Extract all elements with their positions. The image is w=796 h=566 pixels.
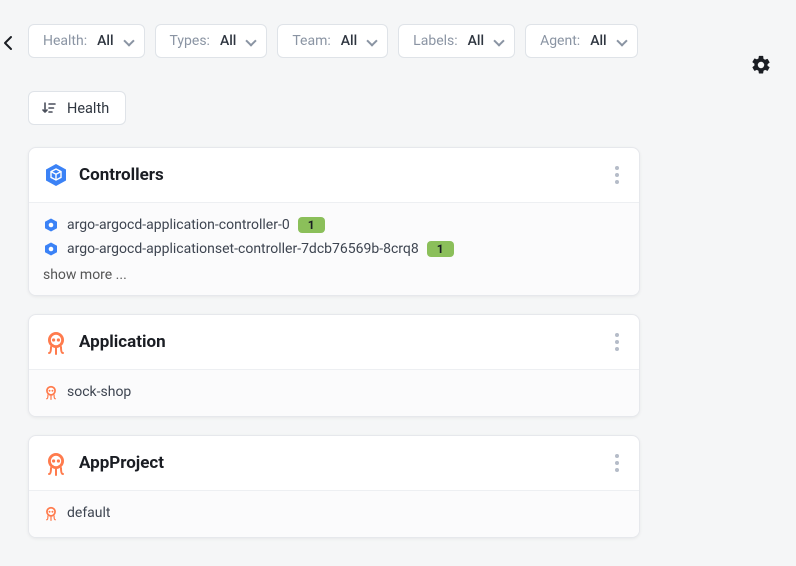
filter-agent[interactable]: Agent: All [525,24,638,58]
card-title: Controllers [79,165,164,185]
card-title: AppProject [79,453,164,473]
card-header: Controllers [29,148,639,202]
filter-value: All [97,33,113,49]
filter-label: Team: [292,33,330,49]
card-body: default [29,490,639,537]
filter-types[interactable]: Types: All [155,24,268,58]
chevron-down-icon [124,36,134,46]
filter-value: All [220,33,236,49]
card-title: Application [79,332,166,352]
sort-icon [41,100,57,116]
filter-toolbar: Health: All Types: All Team: All Labels:… [0,0,796,125]
settings-button[interactable] [750,54,772,76]
sort-button[interactable]: Health [28,91,126,125]
card-controllers: Controllers argo [28,147,640,296]
chevron-down-icon [246,36,256,46]
argo-icon [43,329,69,355]
back-chevron[interactable] [0,34,18,52]
filter-label: Health: [43,33,87,49]
more-vertical-icon [615,166,619,184]
chevron-down-icon [367,36,377,46]
hexagon-cube-icon [43,162,69,188]
hexagon-icon [43,217,59,233]
content-area: Controllers argo [0,125,796,538]
argo-icon [43,505,59,521]
filter-team[interactable]: Team: All [277,24,388,58]
item-name: sock-shop [67,384,131,400]
card-header: Application [29,315,639,369]
show-more-link[interactable]: show more ... [43,267,625,283]
filter-value: All [590,33,606,49]
argo-icon [43,450,69,476]
argo-icon [43,384,59,400]
item-name: argo-argocd-applicationset-controller-7d… [67,241,419,257]
filter-value: All [341,33,357,49]
count-badge: 1 [298,217,325,233]
filter-value: All [468,33,484,49]
gear-icon [750,54,772,76]
card-application: Application [28,314,640,417]
card-body: sock-shop [29,369,639,416]
card-more-button[interactable] [609,331,625,353]
more-vertical-icon [615,454,619,472]
chevron-down-icon [617,36,627,46]
card-header: AppProject [29,436,639,490]
filter-label: Types: [170,33,210,49]
card-body: argo-argocd-application-controller-0 1 a… [29,202,639,295]
count-badge: 1 [427,241,454,257]
list-item[interactable]: default [43,501,625,525]
filter-label: Agent: [540,33,580,49]
filter-labels[interactable]: Labels: All [398,24,515,58]
card-more-button[interactable] [609,164,625,186]
hexagon-icon [43,241,59,257]
sort-label: Health [67,100,109,117]
card-appproject: AppProject [28,435,640,538]
list-item[interactable]: argo-argocd-application-controller-0 1 [43,213,625,237]
chevron-down-icon [494,36,504,46]
list-item[interactable]: sock-shop [43,380,625,404]
item-name: default [67,505,111,521]
card-more-button[interactable] [609,452,625,474]
filter-label: Labels: [413,33,457,49]
filter-health[interactable]: Health: All [28,24,145,58]
more-vertical-icon [615,333,619,351]
list-item[interactable]: argo-argocd-applicationset-controller-7d… [43,237,625,261]
item-name: argo-argocd-application-controller-0 [67,217,290,233]
